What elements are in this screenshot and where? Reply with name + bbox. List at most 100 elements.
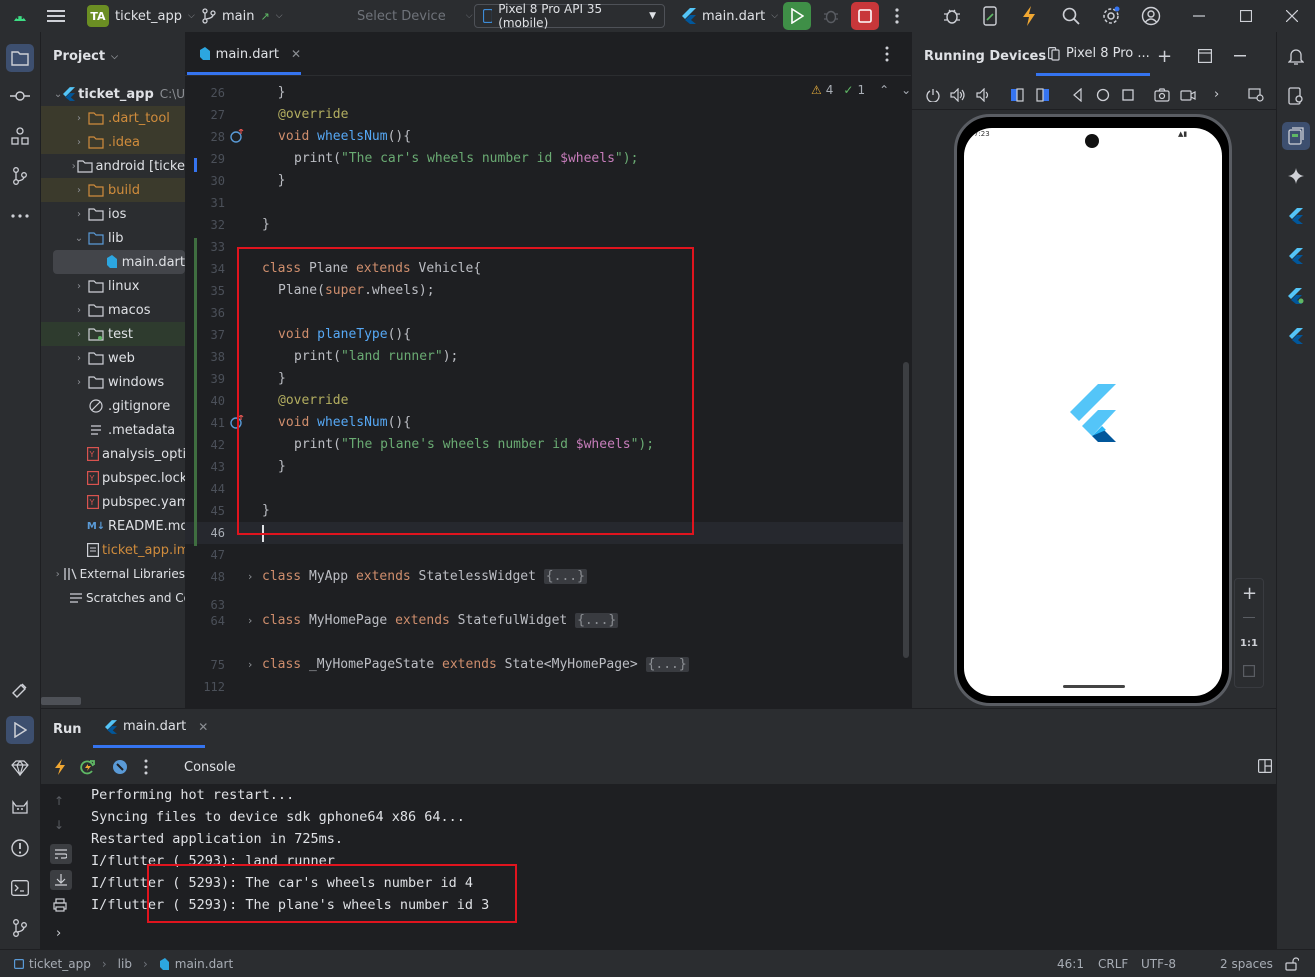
close-tab-icon[interactable]: ✕: [198, 720, 208, 734]
tree-item-test[interactable]: › test: [41, 322, 185, 346]
tree-item-analysis-options[interactable]: Y analysis_optio: [41, 442, 185, 466]
minimize-window-icon[interactable]: [1193, 0, 1205, 32]
tree-item-gitignore[interactable]: .gitignore: [41, 394, 185, 418]
tree-item-windows[interactable]: › windows: [41, 370, 185, 394]
tree-item-android[interactable]: › android [ticke: [41, 154, 185, 178]
phone-screen[interactable]: 7:23 ▲▮: [964, 128, 1222, 696]
layout-settings-icon[interactable]: [1258, 759, 1272, 773]
code-line-48[interactable]: class MyApp extends StatelessWidget {...…: [262, 569, 587, 584]
search-icon[interactable]: [1062, 0, 1080, 32]
hot-restart-icon[interactable]: [80, 759, 96, 775]
code-line-75[interactable]: class _MyHomePageState extends State<MyH…: [262, 657, 689, 672]
override-method-icon[interactable]: [230, 129, 244, 143]
scroll-down-icon[interactable]: ↓: [54, 818, 64, 832]
next-highlight-icon[interactable]: ⌄: [901, 83, 911, 97]
device-settings-icon[interactable]: [1248, 88, 1264, 102]
soft-wrap-icon[interactable]: [50, 844, 72, 864]
screen-record-icon[interactable]: [1180, 88, 1196, 102]
flutter-outline-icon[interactable]: [1284, 244, 1308, 268]
tree-item-idea[interactable]: › .idea: [41, 130, 185, 154]
project-panel-header[interactable]: Project ⌵: [53, 49, 118, 64]
device-explorer-icon[interactable]: [1284, 84, 1308, 108]
add-device-icon[interactable]: +: [1157, 46, 1172, 67]
code-line-30[interactable]: }: [262, 173, 286, 188]
gesture-bar[interactable]: [1063, 685, 1125, 688]
line-separator[interactable]: CRLF: [1098, 950, 1128, 977]
hot-reload-icon[interactable]: [54, 759, 66, 775]
overview-icon[interactable]: [1122, 89, 1134, 101]
inspections-widget[interactable]: ⚠ 4 ✓ 1 ⌃ ⌄: [811, 83, 911, 97]
editor-options-icon[interactable]: [885, 46, 889, 62]
tree-item-linux[interactable]: › linux: [41, 274, 185, 298]
tree-item-pubspec-yaml[interactable]: Y pubspec.yaml: [41, 490, 185, 514]
close-tab-icon[interactable]: ✕: [291, 47, 301, 61]
fold-expand-icon[interactable]: ›: [248, 614, 252, 627]
settings-gear-icon[interactable]: [1101, 0, 1121, 32]
scroll-to-end-icon[interactable]: [50, 870, 72, 890]
console-tab[interactable]: Console: [184, 760, 236, 775]
hot-reload-icon[interactable]: [1022, 0, 1036, 32]
flutter-devtools-icon[interactable]: [1284, 324, 1308, 348]
stop-button[interactable]: [851, 2, 879, 30]
tree-item-build[interactable]: › build: [41, 178, 185, 202]
run-tab-main-dart[interactable]: main.dart ✕: [105, 719, 208, 734]
code-line-32[interactable]: }: [262, 217, 270, 232]
code-line-64[interactable]: class MyHomePage extends StatefulWidget …: [262, 613, 619, 628]
run-button[interactable]: [783, 2, 811, 30]
breadcrumb-file[interactable]: main.dart: [175, 957, 233, 971]
run-tool-icon[interactable]: [6, 716, 34, 744]
running-devices-tool-icon[interactable]: [1282, 122, 1310, 150]
indent-setting[interactable]: 2 spaces: [1220, 950, 1273, 977]
layout-icon[interactable]: [1198, 49, 1212, 63]
caret-position[interactable]: 46:1: [1057, 950, 1084, 977]
maximize-window-icon[interactable]: [1240, 0, 1252, 32]
devtools-diamond-icon[interactable]: [8, 756, 32, 780]
more-options-icon[interactable]: [144, 759, 148, 775]
volume-up-icon[interactable]: [950, 88, 966, 102]
editor-tab-main-dart[interactable]: main.dart ✕: [187, 32, 301, 76]
structure-tool-icon[interactable]: [8, 124, 32, 148]
main-menu-icon[interactable]: [47, 0, 65, 32]
close-window-icon[interactable]: [1286, 0, 1298, 32]
code-line-26[interactable]: }: [262, 85, 286, 100]
more-actions-icon[interactable]: [895, 0, 899, 32]
tree-item-web[interactable]: › web: [41, 346, 185, 370]
tree-root-ticket-app[interactable]: ⌄ ticket_app C:\U: [41, 82, 185, 106]
zoom-actual-size[interactable]: 1:1: [1240, 638, 1258, 649]
editor-scrollbar[interactable]: [903, 362, 909, 658]
rotate-left-icon[interactable]: [1010, 88, 1024, 102]
tree-item-macos[interactable]: › macos: [41, 298, 185, 322]
device-dropdown[interactable]: Pixel 8 Pro API 35 (mobile) ▼: [474, 2, 665, 30]
screenshot-icon[interactable]: [1154, 88, 1170, 102]
run-config-selector[interactable]: main.dart ⌵: [682, 0, 778, 32]
device-manager-icon[interactable]: [982, 0, 998, 32]
branch-selector[interactable]: main ↗ ⌵: [202, 0, 283, 32]
fold-expand-icon[interactable]: ›: [248, 570, 252, 583]
attach-debugger-icon[interactable]: [942, 0, 962, 32]
volume-down-icon[interactable]: [976, 88, 990, 102]
tree-item-metadata[interactable]: .metadata: [41, 418, 185, 442]
tree-item-pubspec-lock[interactable]: Y pubspec.lock: [41, 466, 185, 490]
flutter-inspector-icon[interactable]: [1284, 204, 1308, 228]
devtools-icon[interactable]: [112, 759, 128, 775]
gemini-sparkle-icon[interactable]: [1284, 164, 1308, 188]
chevron-right-icon[interactable]: ›: [1214, 87, 1219, 102]
horizontal-scrollbar[interactable]: [41, 697, 81, 705]
account-icon[interactable]: [1141, 0, 1161, 32]
print-icon[interactable]: [53, 898, 67, 912]
device-tab[interactable]: Pixel 8 Pro ...: [1048, 46, 1150, 61]
console-output[interactable]: ↑ ↓ › Performing hot restart... Syncing …: [41, 784, 1276, 949]
tree-item-lib[interactable]: ⌄ lib: [41, 226, 185, 250]
read-only-lock-icon[interactable]: [1285, 950, 1299, 977]
version-control-icon[interactable]: [8, 916, 32, 940]
folded-region[interactable]: {...}: [645, 657, 689, 672]
fold-expand-icon[interactable]: ›: [248, 658, 252, 671]
tree-item-readme[interactable]: M↓ README.md: [41, 514, 185, 538]
scroll-up-icon[interactable]: ↑: [54, 794, 64, 808]
zoom-out-icon[interactable]: [1243, 617, 1255, 618]
tree-item-ios[interactable]: › ios: [41, 202, 185, 226]
tree-item-external-libraries[interactable]: › External Libraries: [41, 562, 185, 586]
rotate-right-icon[interactable]: [1036, 88, 1050, 102]
tree-item-scratches[interactable]: Scratches and Co: [41, 586, 185, 610]
minimize-panel-icon[interactable]: [1234, 55, 1246, 57]
